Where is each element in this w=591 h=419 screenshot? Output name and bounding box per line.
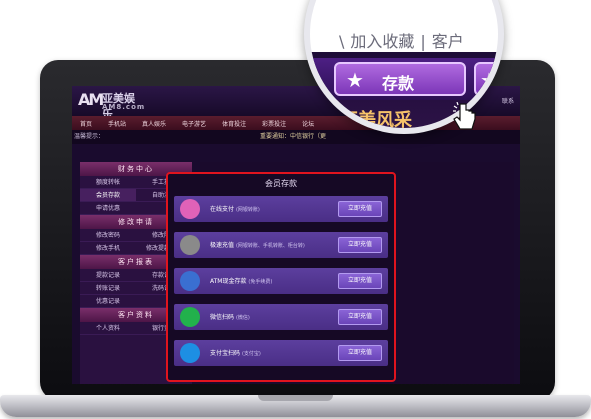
recharge-button[interactable]: 立即充值 [338,345,382,361]
magnifier-banner: 亚美风采 [340,110,412,128]
star-icon: ★ [346,68,364,92]
panel-title: 会员存款 [265,179,297,188]
recharge-button[interactable]: 立即充值 [338,237,382,253]
nav-item[interactable]: 真人娱乐 [134,119,174,128]
sidebar-item[interactable]: 修改手机 [80,242,136,255]
payment-method-row: 在线支付 (网银转账) 立即充值 [174,196,388,222]
lock-icon [180,235,200,255]
online-pay-icon [180,199,200,219]
recharge-button[interactable]: 立即充值 [338,201,382,217]
nav-item[interactable]: 电子游艺 [174,119,214,128]
recharge-button[interactable]: 立即充值 [338,309,382,325]
wechat-icon [180,307,200,327]
payment-method-name: 支付宝扫码 (支付宝) [210,348,261,357]
next-nav-button[interactable]: ★ [474,62,498,96]
deposit-nav-button[interactable]: ★ 存款 [334,62,466,96]
magnifier-links: \ 加入收藏 | 客户 [336,28,467,52]
nav-item[interactable]: 首页 [72,119,100,128]
payment-method-title: 极速充值 [210,242,235,249]
announcement-text[interactable]: 重要通知：中信银行（更 [260,130,326,144]
payment-method-row: 极速充值 (网银转账、手机转账、柜台转) 立即充值 [174,232,388,258]
payment-method-name: 微信扫码 (微信) [210,312,250,321]
laptop-notch [258,395,333,401]
alipay-icon [180,343,200,363]
payment-method-row: 微信扫码 (微信) 立即充值 [174,304,388,330]
payment-method-row: 支付宝扫码 (支付宝) 立即充值 [174,340,388,366]
nav-item[interactable]: 彩票投注 [254,119,294,128]
deposit-panel: 会员存款 在线支付 (网银转账) 立即充值 极速充值 (网银转账、手机转账、柜台转)… [166,172,396,382]
top-link[interactable]: 加入收藏 [350,32,414,51]
sidebar-item[interactable]: 会员存款 [80,189,136,202]
magnifier-topbar [310,0,498,8]
payment-method-name: 极速充值 (网银转账、手机转账、柜台转) [210,240,305,249]
link-separator: \ [339,32,345,51]
payment-method-sub: (网银转账、手机转账、柜台转) [235,243,305,249]
payment-method-name: ATM现金存款 (免手续费) [210,276,272,285]
payment-method-title: ATM现金存款 [210,278,247,285]
logo[interactable]: AM 亚美娱乐 AM8.com [78,90,144,121]
payment-method-sub: (免手续费) [248,279,273,285]
sidebar-item[interactable]: 个人资料 [80,322,136,335]
logo-mark: AM [78,90,104,109]
sidebar-item[interactable]: 申请优惠 [80,202,136,215]
payment-method-sub: (网银转账) [235,207,260,213]
header-contact-link[interactable]: 联系 [502,96,514,105]
star-icon: ★ [480,68,498,92]
announcement-bar: 温馨提示： 重要通知：中信银行（更 [72,130,520,144]
top-link[interactable]: 客户 [432,32,464,51]
atm-icon [180,271,200,291]
payment-method-name: 在线支付 (网银转账) [210,204,260,213]
payment-method-title: 微信扫码 [210,314,235,321]
payment-method-title: 支付宝扫码 [210,350,241,357]
sidebar-item[interactable]: 额度转帐 [80,176,136,189]
link-separator: | [420,32,426,51]
payment-method-sub: (微信) [235,315,250,321]
payment-method-row: ATM现金存款 (免手续费) 立即充值 [174,268,388,294]
nav-item[interactable]: 体育投注 [214,119,254,128]
sidebar-item[interactable]: 提款记录 [80,269,136,282]
payment-method-title: 在线支付 [210,206,235,213]
nav-item[interactable]: 手机站 [100,119,134,128]
recharge-button[interactable]: 立即充值 [338,273,382,289]
deposit-button-label: 存款 [382,74,415,93]
hand-cursor-icon [453,102,476,130]
payment-method-sub: (支付宝) [241,351,261,357]
logo-en: AM8.com [102,103,146,111]
announcement-label: 温馨提示： [74,133,105,140]
sidebar-item[interactable]: 转账记录 [80,282,136,295]
sidebar-item[interactable]: 修改密码 [80,229,136,242]
sidebar-item[interactable]: 优惠记录 [80,295,136,308]
